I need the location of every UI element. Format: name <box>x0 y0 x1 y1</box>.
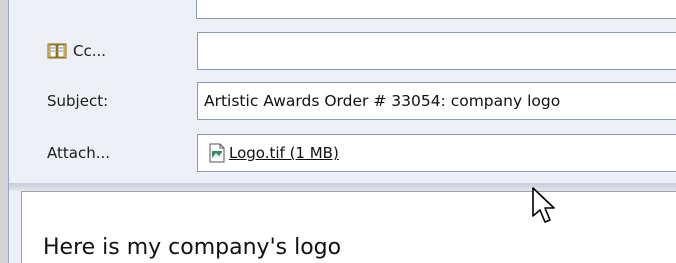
cc-row: Cc... <box>9 30 676 72</box>
attachment-filename: Logo.tif (1 MB) <box>229 144 339 162</box>
cc-button[interactable]: Cc... <box>47 40 106 62</box>
attach-row: Attach... Logo.tif (1 MB) <box>9 132 676 174</box>
mail-compose-window: Cc... Subject: Artistic Awards Order # 3… <box>8 0 676 263</box>
subject-input[interactable]: Artistic Awards Order # 33054: company l… <box>197 82 676 120</box>
document-icon <box>209 143 225 163</box>
header-body-separator[interactable] <box>9 183 676 191</box>
subject-value: Artistic Awards Order # 33054: company l… <box>204 92 561 110</box>
mouse-pointer-icon <box>532 187 555 223</box>
attach-label: Attach... <box>47 144 111 162</box>
message-body-text: Here is my company's logo <box>43 235 342 260</box>
attachment-field: Logo.tif (1 MB) <box>197 134 676 172</box>
subject-label: Subject: <box>47 92 109 110</box>
window-edge <box>0 0 8 263</box>
to-field-partial[interactable] <box>196 0 676 19</box>
cc-input[interactable] <box>197 32 676 70</box>
subject-row: Subject: Artistic Awards Order # 33054: … <box>9 80 676 122</box>
top-header-strip <box>9 0 676 24</box>
address-book-icon <box>47 43 67 59</box>
message-body[interactable]: Here is my company's logo <box>21 191 676 263</box>
attachment-link[interactable]: Logo.tif (1 MB) <box>208 143 339 163</box>
cc-label: Cc... <box>73 42 107 60</box>
